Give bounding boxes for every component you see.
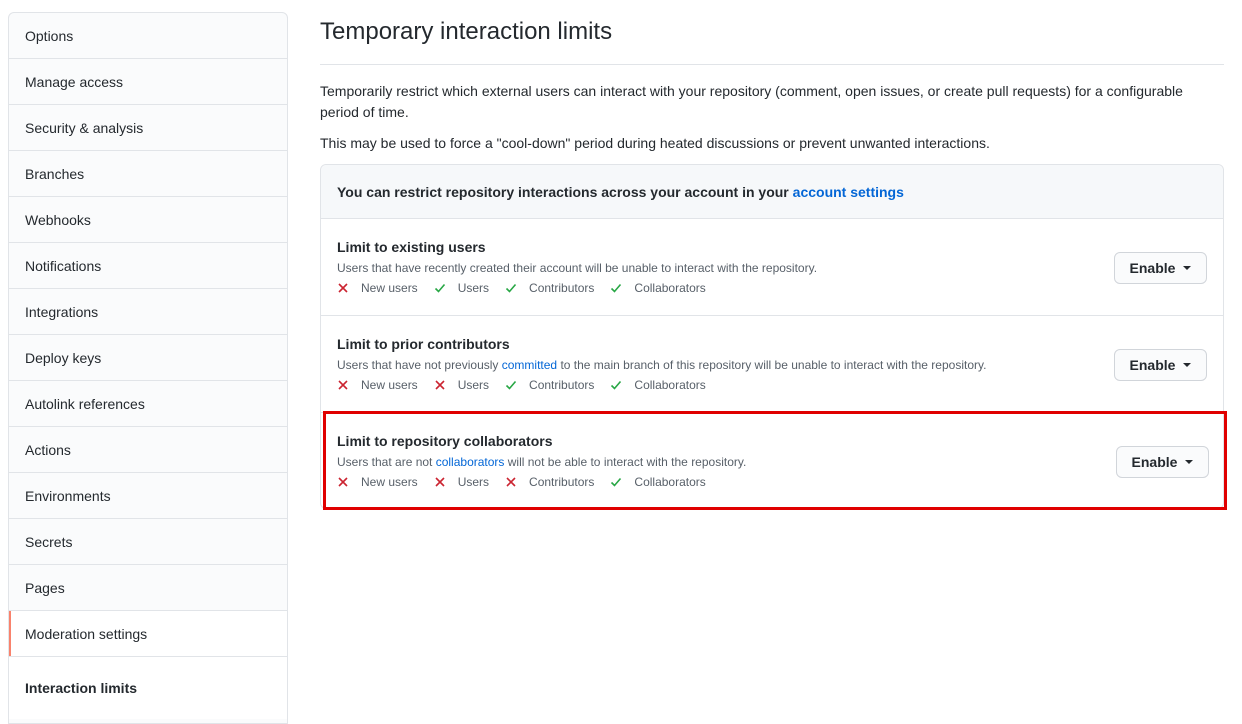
permission-list: New users Users Contributors Collaborato… [337,474,1209,490]
permission-item: Contributors [505,377,594,393]
permission-item: Users [434,280,489,296]
limit-row-prior-contributors: Limit to prior contributors Users that h… [321,316,1223,413]
x-icon [337,379,355,391]
page-description-secondary: This may be used to force a "cool-down" … [320,135,990,151]
permission-item: Collaborators [610,280,706,296]
sidebar-subitem-interaction-limits[interactable]: Interaction limits [9,657,287,719]
sidebar-item-deploy-keys[interactable]: Deploy keys [9,335,287,381]
permission-item: Contributors [505,474,594,490]
enable-dropdown-button[interactable]: Enable [1114,349,1207,381]
permission-item: Users [434,474,489,490]
sidebar-item-secrets[interactable]: Secrets [9,519,287,565]
page-title: Temporary interaction limits [320,12,1224,65]
x-icon [337,282,355,294]
permission-label: New users [361,475,418,489]
enable-dropdown-button[interactable]: Enable [1114,252,1207,284]
main-content: Temporary interaction limits Temporarily… [320,12,1227,510]
enable-button-label: Enable [1129,260,1176,276]
limit-title: Limit to repository collaborators [337,433,553,449]
x-icon [434,476,452,488]
enable-button-label: Enable [1129,357,1176,373]
limit-description-text: will not be able to interact with the re… [504,455,747,469]
sidebar-item-options[interactable]: Options [9,13,287,59]
check-icon [610,379,628,391]
check-icon [434,282,452,294]
account-settings-link[interactable]: account settings [793,184,904,200]
permission-label: Users [457,378,490,392]
limit-description-text: Users that are not [337,455,436,469]
permission-item: New users [337,280,418,296]
permission-label: Users [457,475,490,489]
notice-text: You can restrict repository interactions… [337,184,793,200]
limit-description-text: Users that have not previously [337,358,502,372]
permission-label: Contributors [529,378,595,392]
caret-down-icon [1183,266,1192,270]
sidebar-item-manage-access[interactable]: Manage access [9,59,287,105]
limit-row-repository-collaborators: Limit to repository collaborators Users … [323,411,1227,510]
x-icon [434,379,452,391]
caret-down-icon [1183,363,1192,367]
check-icon [610,476,628,488]
permission-item: New users [337,377,418,393]
sidebar-item-environments[interactable]: Environments [9,473,287,519]
permission-label: Contributors [529,475,595,489]
check-icon [505,379,523,391]
enable-button-label: Enable [1131,454,1178,470]
permission-label: Collaborators [634,281,706,295]
permission-list: New users Users Contributors Collaborato… [337,377,1207,393]
permission-label: New users [361,378,418,392]
check-icon [610,282,628,294]
enable-dropdown-button[interactable]: Enable [1116,446,1209,478]
permission-label: Users [457,281,490,295]
limit-description-text: to the main branch of this repository wi… [557,358,987,372]
x-icon [337,476,355,488]
interaction-limits-box: You can restrict repository interactions… [320,164,1227,510]
limit-row-existing-users: Limit to existing users Users that have … [321,219,1223,316]
sidebar-item-notifications[interactable]: Notifications [9,243,287,289]
sidebar-item-branches[interactable]: Branches [9,151,287,197]
permission-item: New users [337,474,418,490]
sidebar-item-autolink-references[interactable]: Autolink references [9,381,287,427]
limit-title: Limit to prior contributors [337,336,510,352]
committed-link[interactable]: committed [502,358,557,372]
limit-description: Users that have not previously committed… [337,357,1207,373]
permission-label: Contributors [529,281,595,295]
limit-description: Users that have recently created their a… [337,260,1207,276]
permission-label: New users [361,281,418,295]
permission-item: Collaborators [610,474,706,490]
settings-sidebar: Options Manage access Security & analysi… [8,12,288,724]
permission-label: Collaborators [634,475,706,489]
permission-item: Collaborators [610,377,706,393]
sidebar-item-actions[interactable]: Actions [9,427,287,473]
check-icon [505,282,523,294]
permission-item: Contributors [505,280,594,296]
sidebar-item-integrations[interactable]: Integrations [9,289,287,335]
limit-description-text: Users that have recently created their a… [337,261,818,275]
limit-description: Users that are not collaborators will no… [337,454,1209,470]
sidebar-item-moderation-settings[interactable]: Moderation settings [9,611,287,657]
permission-label: Collaborators [634,378,706,392]
page-description: Temporarily restrict which external user… [320,83,1183,120]
account-settings-notice: You can restrict repository interactions… [321,165,1223,219]
sidebar-item-webhooks[interactable]: Webhooks [9,197,287,243]
collaborators-link[interactable]: collaborators [436,455,505,469]
permission-item: Users [434,377,489,393]
caret-down-icon [1185,460,1194,464]
sidebar-item-pages[interactable]: Pages [9,565,287,611]
sidebar-item-security-analysis[interactable]: Security & analysis [9,105,287,151]
x-icon [505,476,523,488]
limit-title: Limit to existing users [337,239,486,255]
permission-list: New users Users Contributors Collaborato… [337,280,1207,296]
